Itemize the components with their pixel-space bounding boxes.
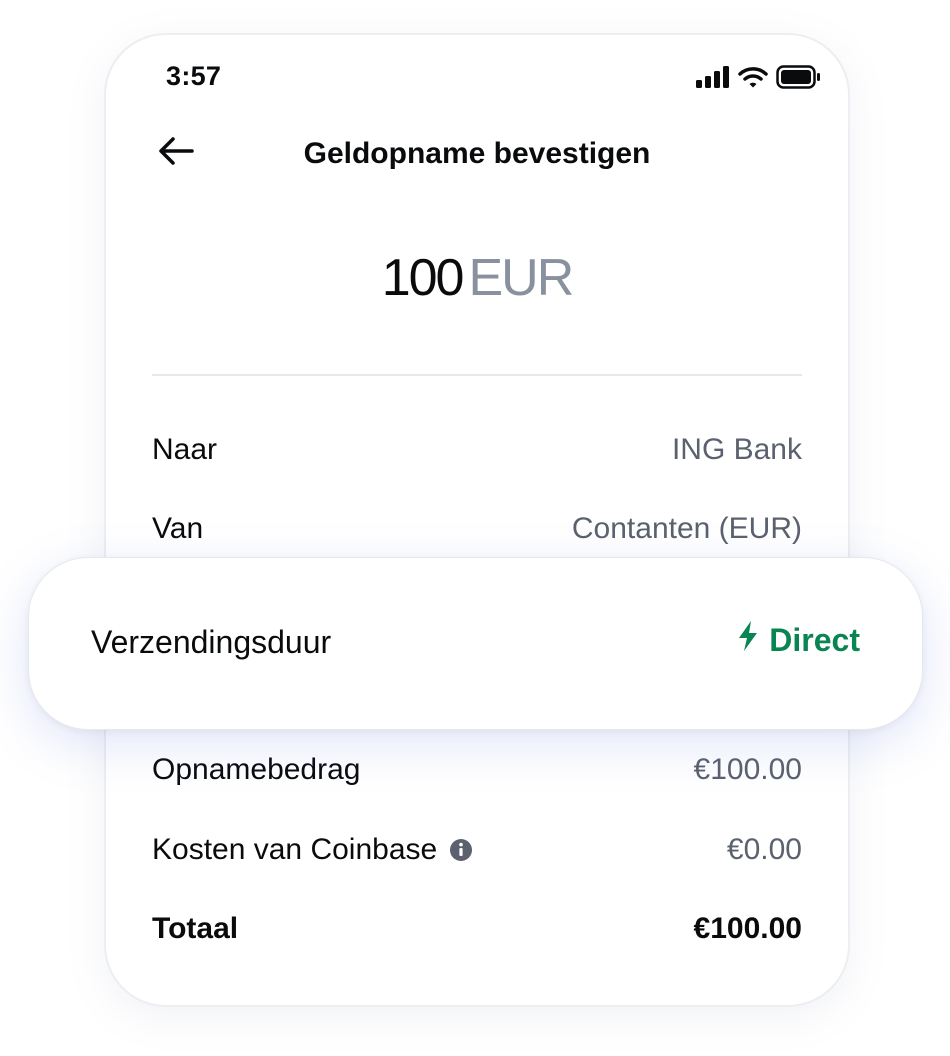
battery-icon [776,65,822,94]
detail-row-from: Van Contanten (EUR) [152,509,802,549]
detail-value: €0.00 [726,833,802,866]
amount-value: 100 [381,249,465,307]
cellular-signal-icon [696,66,730,93]
detail-label: Van [152,512,204,545]
detail-row-fees: Kosten van Coinbase €0.00 [152,830,802,870]
wifi-icon [738,66,768,93]
detail-value: ING Bank [671,433,802,466]
lightning-bolt-icon [737,620,759,660]
transfer-time-value: Direct [737,620,860,660]
detail-label: Kosten van Coinbase [152,833,438,866]
fees-label-group: Kosten van Coinbase [152,833,473,867]
detail-value: €100.00 [693,753,802,786]
status-icons [696,65,822,94]
detail-row-total: Totaal €100.00 [152,909,802,949]
transfer-time-label: Verzendingsduur [91,624,332,660]
detail-label: Totaal [152,912,239,945]
transfer-time-card: Verzendingsduur Direct [28,557,923,730]
detail-value: Contanten (EUR) [571,512,802,545]
amount-currency: EUR [468,249,574,307]
phone-frame: 3:57 Geldopname bevestigen 100 EUR Naar … [104,33,850,1007]
detail-value: €100.00 [693,912,802,945]
info-icon[interactable] [449,838,473,862]
detail-label: Opnamebedrag [152,753,361,786]
detail-row-to: Naar ING Bank [152,430,802,470]
amount-display: 100 EUR [106,248,848,308]
transfer-time-text: Direct [769,621,860,658]
detail-row-withdrawal-amount: Opnamebedrag €100.00 [152,750,802,790]
divider [152,374,802,376]
detail-label: Naar [152,433,218,466]
status-time: 3:57 [166,61,222,91]
page-title: Geldopname bevestigen [303,137,651,170]
